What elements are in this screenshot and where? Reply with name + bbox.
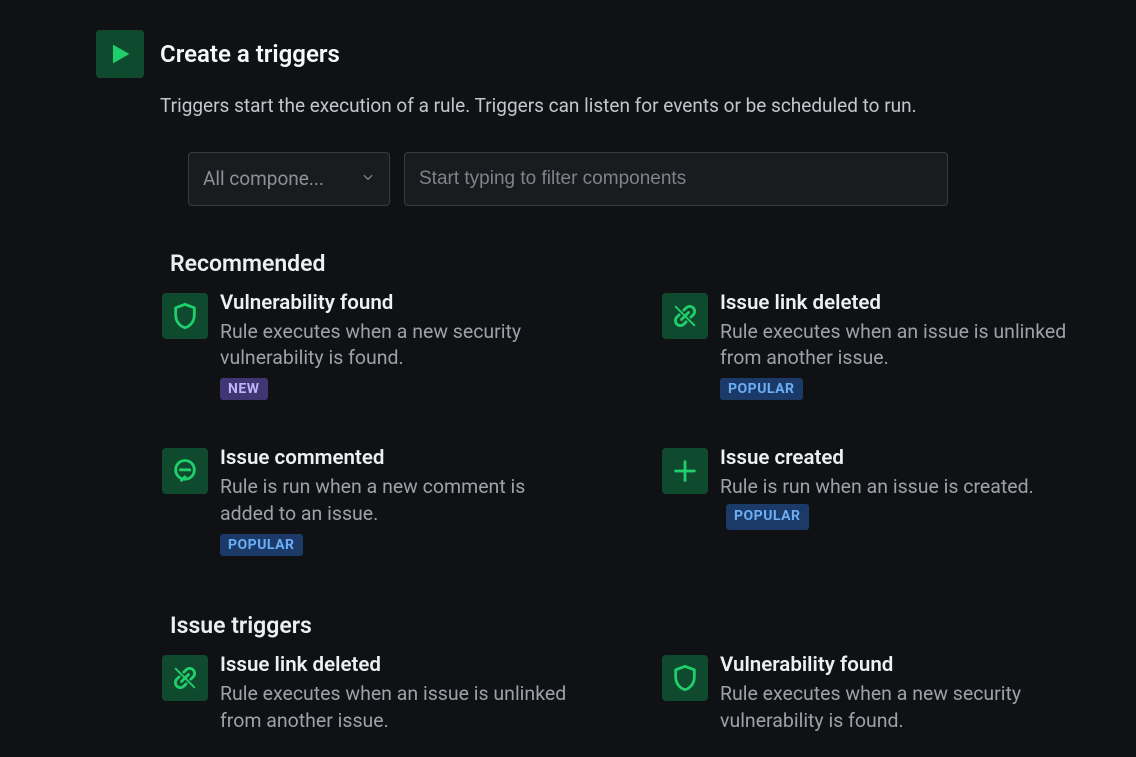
card-desc: Rule executes when a new security vulner… <box>220 319 580 373</box>
trigger-card-issue-created[interactable]: Issue created Rule is run when an issue … <box>662 448 1136 556</box>
component-select[interactable]: All compone... <box>188 152 390 206</box>
section-heading-issue-triggers: Issue triggers <box>170 612 1040 639</box>
card-content: Issue commented Rule is run when a new c… <box>220 448 580 556</box>
card-content: Vulnerability found Rule executes when a… <box>220 293 580 401</box>
card-content: Vulnerability found Rule executes when a… <box>720 655 1080 735</box>
filter-input[interactable] <box>404 152 948 206</box>
card-title: Issue commented <box>220 446 580 470</box>
trigger-card-vulnerability-found[interactable]: Vulnerability found Rule executes when a… <box>162 293 662 401</box>
card-desc: Rule executes when a new security vulner… <box>720 681 1080 735</box>
card-title: Vulnerability found <box>720 653 1080 677</box>
card-desc: Rule executes when an issue is unlinked … <box>220 681 580 735</box>
popular-badge: POPULAR <box>220 534 303 556</box>
plus-icon <box>662 448 708 494</box>
unlink-icon <box>162 655 208 701</box>
recommended-grid: Vulnerability found Rule executes when a… <box>162 293 1040 557</box>
trigger-card-vulnerability-found[interactable]: Vulnerability found Rule executes when a… <box>662 655 1136 735</box>
shield-icon <box>662 655 708 701</box>
component-select-label: All compone... <box>203 167 324 190</box>
card-desc: Rule is run when an issue is created. PO… <box>720 474 1080 529</box>
play-icon <box>96 30 144 78</box>
section-heading-recommended: Recommended <box>170 250 1040 277</box>
card-desc-text: Rule is run when an issue is created. <box>720 475 1034 498</box>
trigger-card-issue-commented[interactable]: Issue commented Rule is run when a new c… <box>162 448 662 556</box>
card-title: Issue link deleted <box>720 291 1080 315</box>
trigger-card-issue-link-deleted[interactable]: Issue link deleted Rule executes when an… <box>162 655 662 735</box>
page-header: Create a triggers <box>96 30 1040 78</box>
card-title: Vulnerability found <box>220 291 580 315</box>
card-content: Issue created Rule is run when an issue … <box>720 448 1080 556</box>
chevron-down-icon <box>361 169 375 188</box>
popular-badge: POPULAR <box>726 504 809 529</box>
trigger-card-issue-link-deleted[interactable]: Issue link deleted Rule executes when an… <box>662 293 1136 401</box>
card-content: Issue link deleted Rule executes when an… <box>220 655 580 735</box>
shield-icon <box>162 293 208 339</box>
card-title: Issue created <box>720 446 1080 470</box>
card-content: Issue link deleted Rule executes when an… <box>720 293 1080 401</box>
comment-icon <box>162 448 208 494</box>
unlink-icon <box>662 293 708 339</box>
issue-triggers-grid: Issue link deleted Rule executes when an… <box>162 655 1040 735</box>
controls-row: All compone... <box>188 152 1040 206</box>
popular-badge: POPULAR <box>720 378 803 400</box>
page-subtitle: Triggers start the execution of a rule. … <box>160 92 1040 120</box>
card-desc: Rule is run when a new comment is added … <box>220 474 580 528</box>
new-badge: NEW <box>220 378 268 400</box>
card-title: Issue link deleted <box>220 653 580 677</box>
create-trigger-page: Create a triggers Triggers start the exe… <box>0 0 1136 735</box>
page-title: Create a triggers <box>160 40 340 68</box>
card-desc: Rule executes when an issue is unlinked … <box>720 319 1080 373</box>
